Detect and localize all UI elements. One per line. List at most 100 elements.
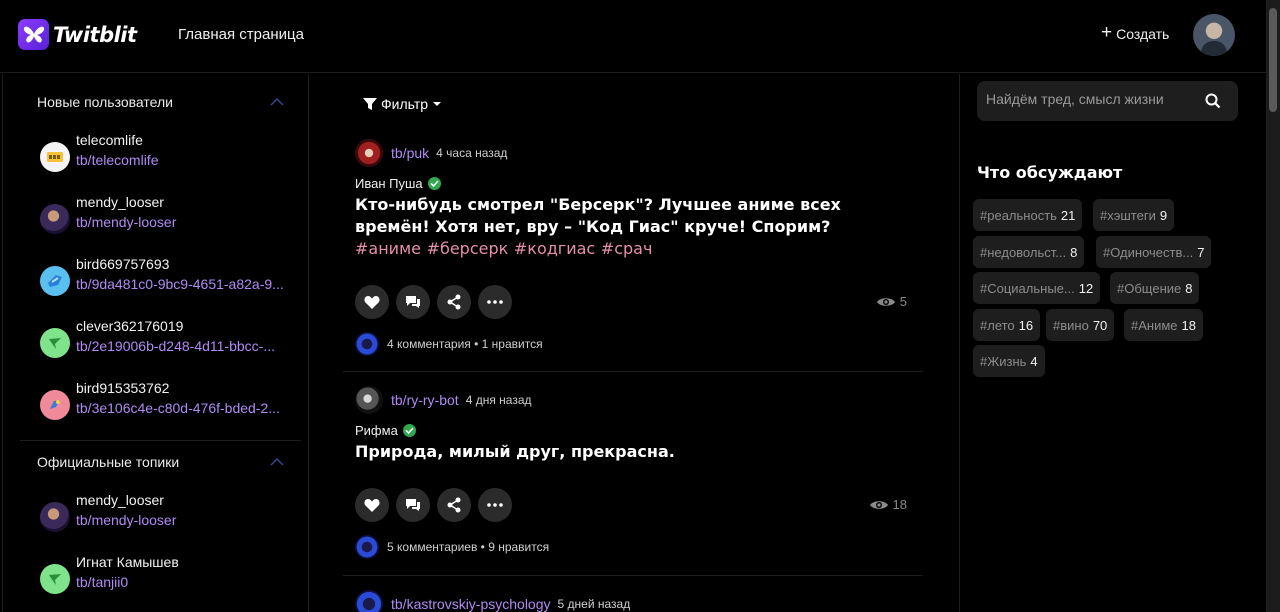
hashtag[interactable]: #берсерк (427, 239, 509, 258)
tag-count: 4 (1030, 353, 1038, 369)
like-button[interactable] (355, 285, 389, 319)
post-text: Кто-нибудь смотрел "Берсерк"? Лучшее ани… (355, 194, 900, 260)
page-title[interactable]: Главная страница (178, 26, 304, 43)
eye-icon (876, 297, 895, 306)
filter-dropdown[interactable]: Фильтр (363, 96, 442, 112)
post-avatar[interactable] (355, 590, 383, 612)
share-icon (447, 497, 461, 513)
topic-link[interactable]: tb/mendy-looser (76, 510, 176, 530)
trending-tag[interactable]: #реальность 21 (973, 199, 1083, 231)
user-link[interactable]: tb/telecomlife (76, 150, 158, 170)
avatar (40, 390, 70, 420)
post-divider (343, 575, 923, 576)
verified-icon (402, 424, 416, 437)
tag-count: 7 (1197, 244, 1205, 260)
topic-name: Игнат Камышев (76, 554, 179, 570)
more-dots-icon (487, 300, 503, 304)
commenter-avatar (355, 332, 379, 356)
post-handle[interactable]: tb/kastrovskiy-psychology (391, 596, 551, 612)
post-card[interactable]: tb/puk 4 часа назад Иван Пуша Кто-нибудь… (355, 139, 915, 356)
search-box (977, 81, 1238, 121)
post-body: Кто-нибудь смотрел "Берсерк"? Лучшее ани… (355, 195, 841, 236)
post-stats[interactable]: 5 комментариев • 9 нравится (355, 535, 915, 559)
caret-down-icon (433, 102, 442, 106)
avatar (40, 502, 70, 532)
trending-tag[interactable]: #Социальные... 12 (973, 272, 1101, 304)
share-button[interactable] (437, 488, 471, 522)
new-user-item[interactable]: bird669757693 tb/9da481c0-9bc9-4651-a82a… (40, 254, 284, 296)
post-time: 4 дня назад (465, 393, 532, 407)
tag-count: 18 (1181, 317, 1196, 333)
post-avatar[interactable] (355, 139, 383, 167)
trending-tag[interactable]: #Одиночеств... 7 (1096, 236, 1212, 268)
hashtag[interactable]: #срач (601, 239, 653, 258)
more-button[interactable] (478, 285, 512, 319)
new-users-heading: Новые пользователи (37, 94, 173, 110)
user-name: bird915353762 (76, 380, 170, 396)
share-icon (447, 294, 461, 310)
plus-icon: + (1101, 22, 1113, 43)
eye-icon (869, 500, 888, 509)
more-button[interactable] (478, 488, 512, 522)
post-card[interactable]: tb/ry-ry-bot 4 дня назад Рифма Природа, … (355, 386, 915, 559)
new-user-item[interactable]: clever362176019 tb/2e19006b-d248-4d11-bb… (40, 316, 275, 358)
topic-item[interactable]: Игнат Камышев tb/tanjii0 (40, 552, 179, 594)
comments-icon (406, 499, 420, 511)
verified-icon (427, 177, 441, 190)
scrollbar-thumb[interactable] (1269, 8, 1277, 112)
user-link[interactable]: tb/9da481c0-9bc9-4651-a82a-9... (76, 274, 284, 294)
scrollbar[interactable] (1266, 0, 1280, 612)
like-button[interactable] (355, 488, 389, 522)
user-name: mendy_looser (76, 194, 164, 210)
post-author[interactable]: Рифма (355, 423, 398, 438)
trending-tag[interactable]: #Аниме 18 (1124, 309, 1203, 341)
trending-tag[interactable]: #Жизнь 4 (973, 345, 1045, 377)
post-handle[interactable]: tb/puk (391, 145, 429, 161)
avatar (40, 266, 70, 296)
user-avatar[interactable] (1193, 14, 1235, 56)
comment-button[interactable] (396, 488, 430, 522)
topic-link[interactable]: tb/tanjii0 (76, 572, 179, 592)
tag-label: #хэштеги (1100, 207, 1156, 223)
post-handle[interactable]: tb/ry-ry-bot (391, 392, 459, 408)
tag-count: 8 (1185, 280, 1193, 296)
comment-button[interactable] (396, 285, 430, 319)
new-user-item[interactable]: mendy_looser tb/mendy-looser (40, 192, 176, 234)
hashtag[interactable]: #аниме (355, 239, 421, 258)
trending-tag[interactable]: #Общение 8 (1110, 272, 1200, 304)
new-user-item[interactable]: telecomlife tb/telecomlife (40, 130, 158, 172)
trending-tag[interactable]: #хэштеги 9 (1093, 199, 1175, 231)
post-stats[interactable]: 4 комментария • 1 нравится (355, 332, 915, 356)
chevron-up-icon[interactable] (270, 98, 284, 106)
avatar (40, 204, 70, 234)
stats-text: 4 комментария • 1 нравится (387, 337, 543, 351)
user-link[interactable]: tb/3e106c4e-c80d-476f-bded-2... (76, 398, 280, 418)
share-button[interactable] (437, 285, 471, 319)
post-card[interactable]: tb/kastrovskiy-psychology 5 дней назад (355, 590, 915, 612)
topic-item[interactable]: mendy_looser tb/mendy-looser (40, 490, 176, 532)
topic-name: mendy_looser (76, 492, 164, 508)
views-counter: 5 (876, 294, 907, 309)
trending-tag[interactable]: #недовольст... 8 (973, 236, 1085, 268)
more-dots-icon (487, 503, 503, 507)
search-input[interactable] (986, 91, 1196, 107)
trending-tag[interactable]: #вино 70 (1046, 309, 1115, 341)
hashtag[interactable]: #кодгиас (514, 239, 595, 258)
post-author[interactable]: Иван Пуша (355, 176, 423, 191)
new-user-item[interactable]: bird915353762 tb/3e106c4e-c80d-476f-bded… (40, 378, 280, 420)
views-count: 18 (892, 497, 907, 512)
post-divider (343, 371, 923, 372)
create-label: Создать (1116, 26, 1170, 42)
tag-label: #Жизнь (980, 353, 1027, 369)
create-button[interactable]: + Создать (1101, 22, 1170, 43)
right-column-divider (959, 74, 960, 612)
avatar (40, 142, 70, 172)
filter-label: Фильтр (381, 96, 429, 112)
user-link[interactable]: tb/mendy-looser (76, 212, 176, 232)
chevron-up-icon[interactable] (270, 458, 284, 466)
search-icon[interactable] (1205, 93, 1221, 109)
user-link[interactable]: tb/2e19006b-d248-4d11-bbcc-... (76, 336, 275, 356)
trending-tag[interactable]: #лето 16 (973, 309, 1041, 341)
logo[interactable]: Twitblit (18, 19, 137, 50)
post-avatar[interactable] (355, 386, 383, 414)
